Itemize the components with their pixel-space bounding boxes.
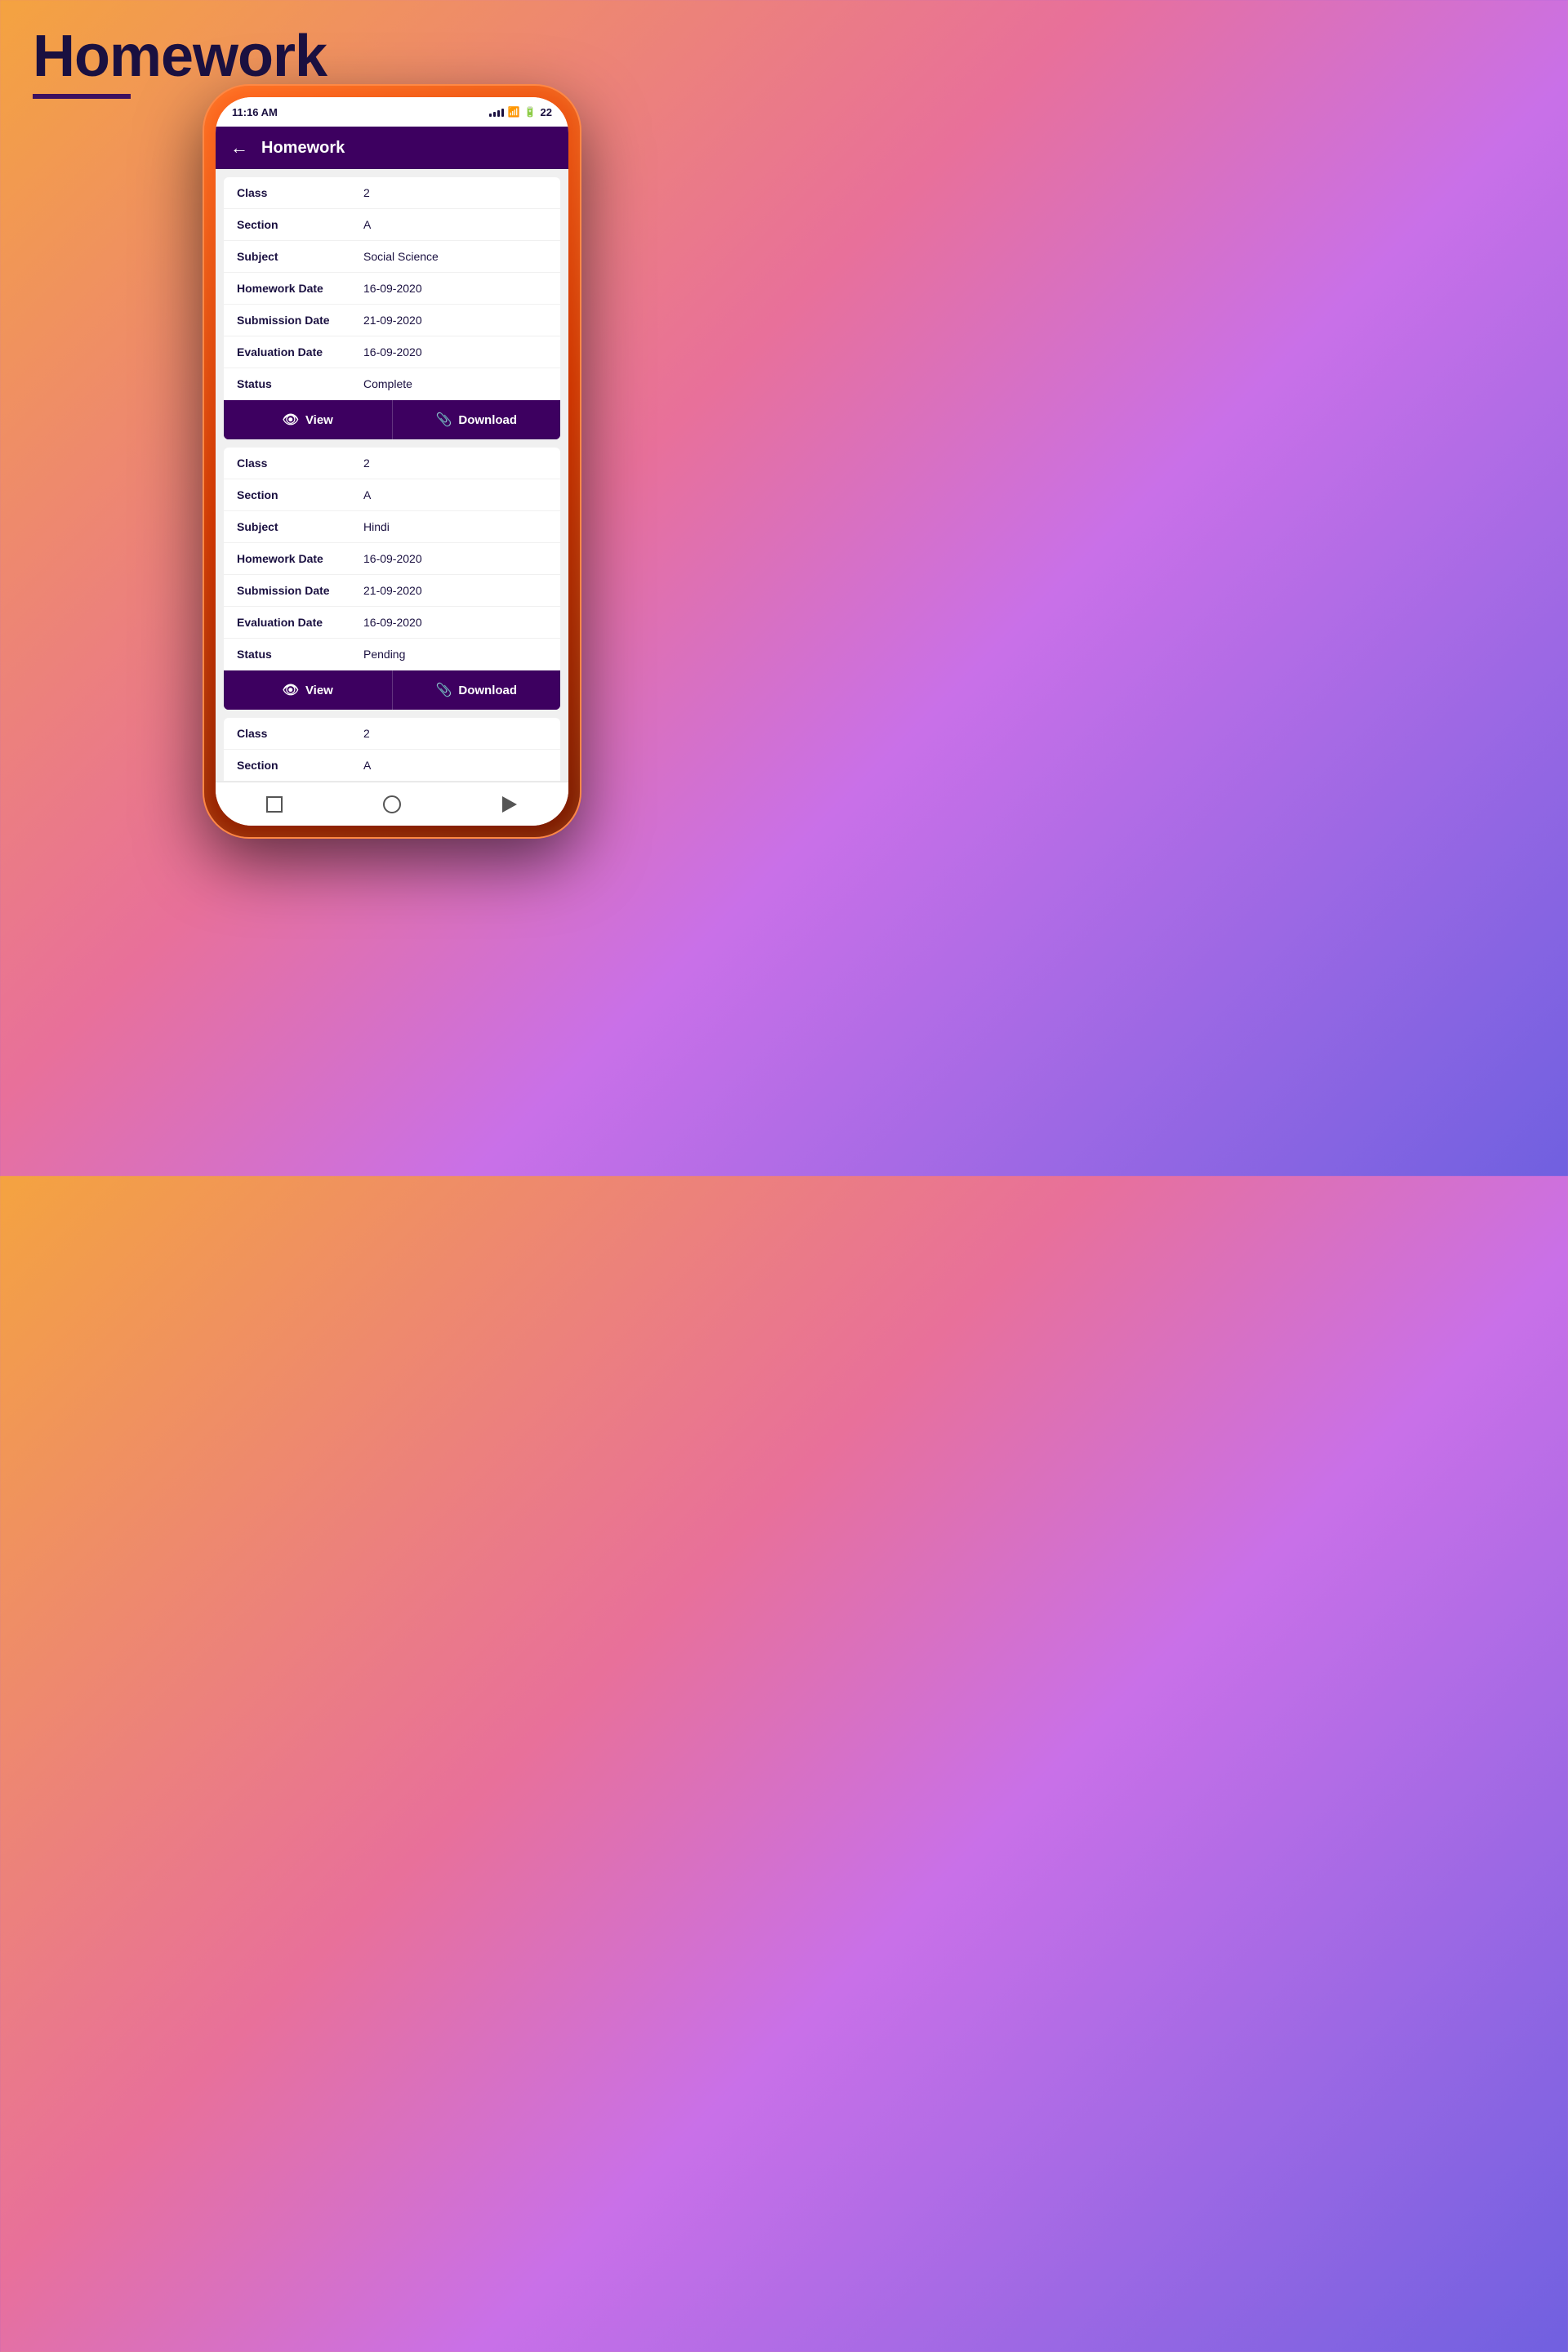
label-hwdate-1: Homework Date (237, 282, 363, 295)
label-section-3: Section (237, 759, 363, 772)
value-section-3: A (363, 759, 371, 772)
view-button-1[interactable]: 👁 View (224, 400, 392, 439)
hw-row-section-3: Section A (224, 750, 560, 782)
label-evaldate-2: Evaluation Date (237, 616, 363, 629)
square-icon (266, 796, 283, 813)
status-time: 11:16 AM (232, 106, 278, 118)
homework-card-2: Class 2 Section A Subject Hindi Homework… (224, 448, 560, 710)
hw-row-evaldate-1: Evaluation Date 16-09-2020 (224, 336, 560, 368)
app-header-title: Homework (261, 139, 345, 158)
label-class-1: Class (237, 186, 363, 199)
nav-square-button[interactable] (263, 793, 286, 816)
label-evaldate-1: Evaluation Date (237, 345, 363, 359)
hw-actions-2: 👁 View 📎 Download (224, 670, 560, 710)
eye-icon-1: 👁 (283, 412, 299, 428)
phone-device: 11:16 AM 📶 🔋 22 ← Homework (204, 86, 580, 837)
hw-row-class-2: Class 2 (224, 448, 560, 479)
value-evaldate-2: 16-09-2020 (363, 616, 422, 629)
value-section-1: A (363, 218, 371, 231)
download-label-2: Download (458, 684, 517, 697)
label-subject-1: Subject (237, 250, 363, 263)
paperclip-icon-2: 📎 (435, 682, 452, 698)
label-hwdate-2: Homework Date (237, 552, 363, 565)
battery-icon: 🔋 (524, 106, 537, 118)
value-hwdate-1: 16-09-2020 (363, 282, 422, 295)
status-icons: 📶 🔋 22 (489, 106, 552, 118)
hw-row-section-2: Section A (224, 479, 560, 511)
view-button-2[interactable]: 👁 View (224, 670, 392, 710)
value-section-2: A (363, 488, 371, 501)
value-hwdate-2: 16-09-2020 (363, 552, 422, 565)
label-class-3: Class (237, 727, 363, 740)
paperclip-icon-1: 📎 (435, 412, 452, 428)
hw-row-evaldate-2: Evaluation Date 16-09-2020 (224, 607, 560, 639)
eye-icon-2: 👁 (283, 682, 299, 698)
label-section-1: Section (237, 218, 363, 231)
hw-row-subject-1: Subject Social Science (224, 241, 560, 273)
hw-actions-1: 👁 View 📎 Download (224, 400, 560, 439)
homework-card-1: Class 2 Section A Subject Social Science… (224, 177, 560, 439)
circle-icon (383, 795, 401, 813)
hw-row-status-1: Status Complete (224, 368, 560, 400)
status-bar: 11:16 AM 📶 🔋 22 (216, 97, 568, 127)
download-button-1[interactable]: 📎 Download (392, 400, 561, 439)
battery-level: 22 (541, 106, 552, 118)
bottom-navigation (216, 782, 568, 826)
phone-shell: 11:16 AM 📶 🔋 22 ← Homework (204, 86, 580, 837)
value-evaldate-1: 16-09-2020 (363, 345, 422, 359)
nav-back-button[interactable] (498, 793, 521, 816)
value-status-1: Complete (363, 377, 412, 390)
nav-home-button[interactable] (381, 793, 403, 816)
value-subdate-2: 21-09-2020 (363, 584, 422, 597)
phone-screen: 11:16 AM 📶 🔋 22 ← Homework (216, 97, 568, 826)
label-subdate-1: Submission Date (237, 314, 363, 327)
label-status-2: Status (237, 648, 363, 661)
label-status-1: Status (237, 377, 363, 390)
label-section-2: Section (237, 488, 363, 501)
title-underline (33, 94, 131, 99)
view-label-2: View (305, 684, 333, 697)
label-subdate-2: Submission Date (237, 584, 363, 597)
hw-row-section-1: Section A (224, 209, 560, 241)
value-class-1: 2 (363, 186, 370, 199)
download-button-2[interactable]: 📎 Download (392, 670, 561, 710)
value-class-3: 2 (363, 727, 370, 740)
download-label-1: Download (458, 413, 517, 427)
page-title: Homework (33, 23, 327, 90)
value-class-2: 2 (363, 457, 370, 470)
triangle-icon (502, 796, 517, 813)
hw-row-subdate-1: Submission Date 21-09-2020 (224, 305, 560, 336)
homework-list: Class 2 Section A Subject Social Science… (216, 169, 568, 782)
hw-row-status-2: Status Pending (224, 639, 560, 670)
value-status-2: Pending (363, 648, 405, 661)
hw-row-hwdate-1: Homework Date 16-09-2020 (224, 273, 560, 305)
value-subject-1: Social Science (363, 250, 439, 263)
hw-row-class-1: Class 2 (224, 177, 560, 209)
homework-card-3: Class 2 Section A Subject English Homewo… (224, 718, 560, 782)
wifi-icon: 📶 (508, 106, 520, 118)
hw-row-subject-2: Subject Hindi (224, 511, 560, 543)
hw-row-hwdate-2: Homework Date 16-09-2020 (224, 543, 560, 575)
view-label-1: View (305, 413, 333, 427)
label-class-2: Class (237, 457, 363, 470)
back-button[interactable]: ← (230, 137, 248, 158)
hw-row-class-3: Class 2 (224, 718, 560, 750)
value-subject-2: Hindi (363, 520, 390, 533)
value-subdate-1: 21-09-2020 (363, 314, 422, 327)
app-header: ← Homework (216, 127, 568, 169)
hw-row-subdate-2: Submission Date 21-09-2020 (224, 575, 560, 607)
signal-icon (489, 107, 504, 117)
label-subject-2: Subject (237, 520, 363, 533)
